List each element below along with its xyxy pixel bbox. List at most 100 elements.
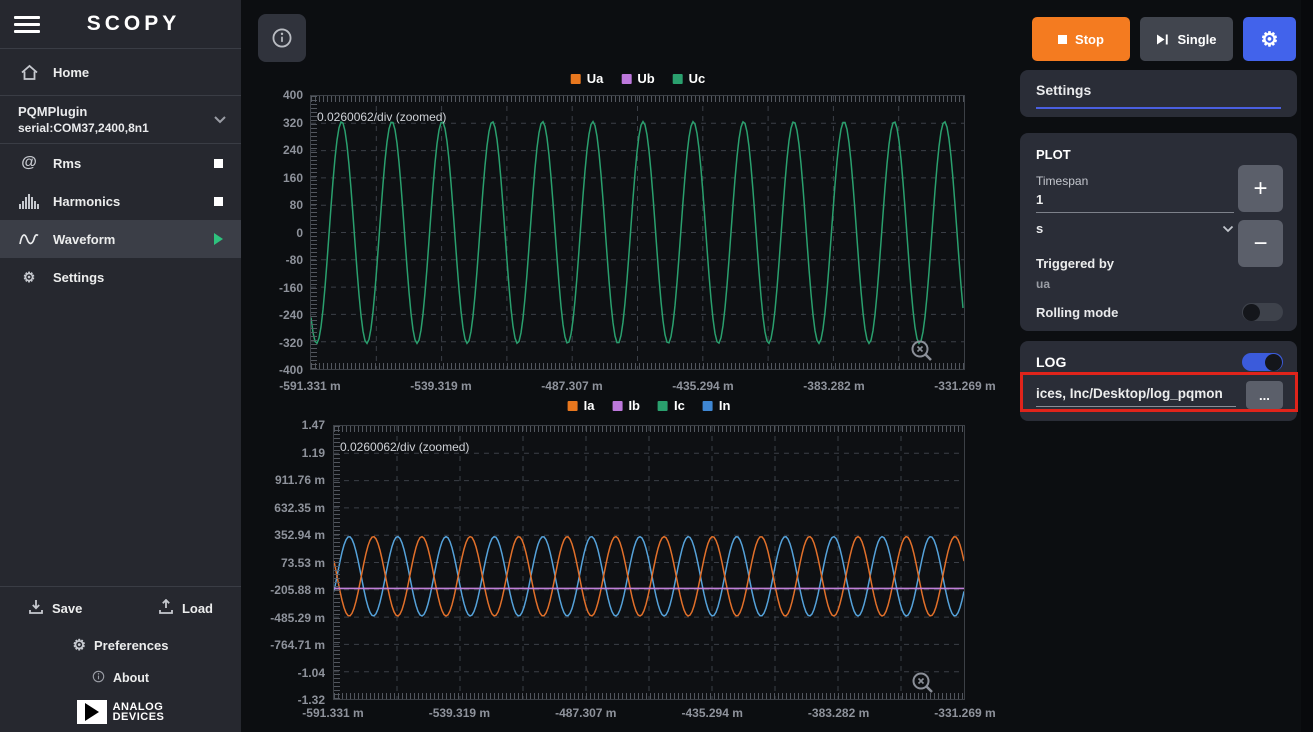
legend-item-Ua[interactable]: Ua bbox=[571, 71, 604, 86]
timespan-decrement-button[interactable]: − bbox=[1238, 220, 1283, 267]
timespan-unit-select[interactable]: s bbox=[1036, 213, 1234, 242]
panel-gear-button[interactable]: ⚙ bbox=[1243, 17, 1296, 61]
timespan-input[interactable]: 1 bbox=[1036, 188, 1234, 213]
harmonics-stop-indicator[interactable] bbox=[214, 197, 223, 206]
legend-label: In bbox=[719, 398, 731, 413]
legend-label: Ua bbox=[587, 71, 604, 86]
x-tick-label: -487.307 m bbox=[555, 706, 616, 720]
scrollbar-rail[interactable] bbox=[1301, 0, 1313, 732]
load-button[interactable]: Load bbox=[158, 599, 213, 618]
zoom-reset-icon[interactable] bbox=[909, 338, 935, 364]
y-tick-label: -764.71 m bbox=[270, 638, 325, 652]
timespan-increment-button[interactable]: + bbox=[1238, 165, 1283, 212]
tick-ruler bbox=[334, 426, 964, 432]
triggered-by-value: ua bbox=[1036, 277, 1283, 291]
save-label: Save bbox=[52, 601, 82, 616]
legend-label: Ia bbox=[584, 398, 595, 413]
plot-heading: PLOT bbox=[1036, 147, 1283, 162]
stop-icon bbox=[1058, 35, 1067, 44]
legend-swatch bbox=[703, 401, 713, 411]
log-toggle[interactable] bbox=[1242, 353, 1283, 371]
x-tick-label: -383.282 m bbox=[803, 379, 864, 393]
voltage-y-axis-labels: 400320240160800-80-160-240-320-400 bbox=[249, 95, 303, 370]
y-tick-label: -485.29 m bbox=[270, 611, 325, 625]
current-plot-area[interactable]: 0.0260062/div (zoomed) bbox=[333, 425, 965, 700]
log-settings-card: LOG ices, Inc/Desktop/log_pqmon ... bbox=[1020, 341, 1297, 421]
about-label: About bbox=[113, 671, 149, 685]
log-path-input[interactable]: ices, Inc/Desktop/log_pqmon bbox=[1036, 383, 1236, 407]
y-tick-label: 80 bbox=[290, 198, 303, 212]
y-tick-label: -1.04 bbox=[298, 666, 325, 680]
sidebar-item-settings[interactable]: ⚙ Settings bbox=[0, 258, 241, 296]
current-legend: Ia Ib Ic In bbox=[568, 398, 731, 413]
load-label: Load bbox=[182, 601, 213, 616]
rms-label: Rms bbox=[53, 156, 81, 171]
unit-value: s bbox=[1036, 221, 1043, 236]
sidebar-item-harmonics[interactable]: Harmonics bbox=[0, 182, 241, 220]
brand-text-bottom: DEVICES bbox=[113, 712, 165, 722]
x-tick-label: -435.294 m bbox=[672, 379, 733, 393]
hamburger-menu-icon[interactable] bbox=[14, 12, 40, 37]
waveform-icon bbox=[18, 231, 40, 247]
browse-button[interactable]: ... bbox=[1246, 381, 1283, 409]
sidebar: SCOPY Home PQMPlugin serial:COM37,2400,8… bbox=[0, 0, 241, 732]
tick-ruler bbox=[334, 693, 964, 699]
sidebar-item-home[interactable]: Home bbox=[0, 49, 241, 95]
rolling-mode-toggle[interactable] bbox=[1242, 303, 1283, 321]
sidebar-plugin-header[interactable]: PQMPlugin serial:COM37,2400,8n1 bbox=[0, 96, 241, 143]
rms-icon: @ bbox=[18, 154, 40, 172]
about-button[interactable]: About bbox=[92, 670, 149, 686]
adi-triangle-icon bbox=[77, 700, 107, 724]
legend-swatch bbox=[621, 74, 631, 84]
legend-item-Ic[interactable]: Ic bbox=[658, 398, 685, 413]
legend-item-In[interactable]: In bbox=[703, 398, 731, 413]
info-icon bbox=[92, 670, 105, 686]
save-button[interactable]: Save bbox=[28, 599, 82, 618]
tick-ruler bbox=[311, 363, 964, 369]
waveform-run-indicator[interactable] bbox=[214, 233, 223, 245]
legend-swatch bbox=[673, 74, 683, 84]
x-tick-label: -383.282 m bbox=[808, 706, 869, 720]
legend-item-Ia[interactable]: Ia bbox=[568, 398, 595, 413]
save-icon bbox=[28, 599, 44, 618]
log-heading: LOG bbox=[1036, 354, 1066, 370]
y-tick-label: -160 bbox=[279, 281, 303, 295]
y-tick-label: 632.35 m bbox=[274, 501, 325, 515]
x-tick-label: -331.269 m bbox=[934, 379, 995, 393]
info-button[interactable] bbox=[258, 14, 306, 62]
zoom-reset-icon[interactable] bbox=[910, 670, 936, 696]
sidebar-item-rms[interactable]: @ Rms bbox=[0, 144, 241, 182]
sidebar-item-waveform[interactable]: Waveform bbox=[0, 220, 241, 258]
y-tick-label: 400 bbox=[283, 88, 303, 102]
rms-stop-indicator[interactable] bbox=[214, 159, 223, 168]
y-tick-label: -205.88 m bbox=[270, 583, 325, 597]
single-label: Single bbox=[1177, 32, 1216, 47]
legend-label: Ib bbox=[628, 398, 640, 413]
gear-icon: ⚙ bbox=[73, 636, 86, 654]
legend-item-Ib[interactable]: Ib bbox=[612, 398, 640, 413]
rolling-mode-label: Rolling mode bbox=[1036, 305, 1118, 320]
stop-button[interactable]: Stop bbox=[1032, 17, 1130, 61]
y-tick-label: 1.47 bbox=[302, 418, 325, 432]
y-tick-label: 352.94 m bbox=[274, 528, 325, 542]
voltage-plot-area[interactable]: 0.0260062/div (zoomed) bbox=[310, 95, 965, 370]
single-button[interactable]: Single bbox=[1140, 17, 1233, 61]
settings-title-underline bbox=[1036, 107, 1281, 109]
voltage-x-axis-labels: -591.331 m-539.319 m-487.307 m-435.294 m… bbox=[310, 379, 965, 395]
y-tick-label: -240 bbox=[279, 308, 303, 322]
preferences-button[interactable]: ⚙ Preferences bbox=[73, 636, 169, 654]
home-label: Home bbox=[53, 65, 89, 80]
x-tick-label: -487.307 m bbox=[541, 379, 602, 393]
single-run-icon bbox=[1156, 33, 1169, 46]
gear-icon: ⚙ bbox=[1261, 27, 1279, 52]
chevron-down-icon[interactable] bbox=[213, 111, 227, 129]
legend-item-Ub[interactable]: Ub bbox=[621, 71, 654, 86]
legend-item-Uc[interactable]: Uc bbox=[673, 71, 706, 86]
scale-annotation: 0.0260062/div (zoomed) bbox=[317, 110, 446, 124]
legend-label: Ic bbox=[674, 398, 685, 413]
settings-panel-title: Settings bbox=[1036, 82, 1281, 98]
tick-ruler bbox=[311, 96, 964, 102]
stop-label: Stop bbox=[1075, 32, 1104, 47]
voltage-legend: Ua Ub Uc bbox=[571, 71, 706, 86]
scopy-logo: SCOPY bbox=[40, 12, 227, 36]
